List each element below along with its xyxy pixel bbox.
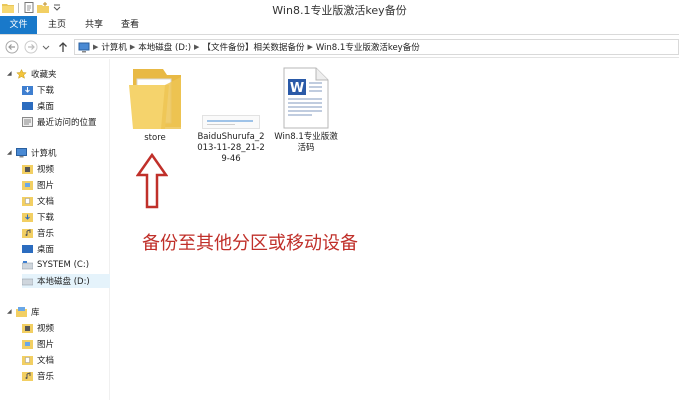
navigation-pane: ◢ 收藏夹 下载 桌面 最近访问的位置 ◢ 计算机 视频 图片 文档 下载 音乐 <box>0 59 110 400</box>
sidebar-item-label: 最近访问的位置 <box>37 118 97 128</box>
download-folder-icon <box>22 213 33 222</box>
recent-locations-chevron-icon[interactable] <box>42 40 50 54</box>
sidebar-item-label: 本地磁盘 (D:) <box>37 277 90 287</box>
annotation-text: 备份至其他分区或移动设备 <box>142 233 358 254</box>
breadcrumb-computer[interactable]: 计算机 <box>101 41 127 53</box>
file-name: store <box>144 133 166 143</box>
file-name-line: Win8.1专业版激 <box>274 132 338 142</box>
file-name-line: 活码 <box>297 143 315 153</box>
drive-icon <box>22 261 33 270</box>
sidebar-item-label: 音乐 <box>37 229 55 239</box>
sidebar-item-desktop[interactable]: 桌面 <box>22 99 54 113</box>
sidebar-item-label: 桌面 <box>37 245 55 255</box>
file-item-baidu-shurufa[interactable]: BaiduShurufa_2 013-11-28_21-2 9-46 <box>194 62 268 170</box>
breadcrumb-separator-icon: ▶ <box>307 43 313 51</box>
sidebar-item-library-pictures[interactable]: 图片 <box>22 337 54 351</box>
image-thumbnail-icon <box>202 115 260 129</box>
chevron-down-icon[interactable]: ◢ <box>7 308 13 316</box>
breadcrumb-current-folder[interactable]: Win8.1专业版激活key备份 <box>316 41 420 53</box>
sidebar-item-documents[interactable]: 文档 <box>22 194 54 208</box>
file-name-line: BaiduShurufa_2 <box>197 132 265 142</box>
title-bar: Win8.1专业版激活key备份 <box>0 0 679 17</box>
file-name-line: 013-11-28_21-2 <box>197 143 265 153</box>
file-item-win81-activation-code[interactable]: W Win8.1专业版激 活码 <box>272 62 340 157</box>
sidebar-item-videos[interactable]: 视频 <box>22 162 54 176</box>
sidebar-library[interactable]: ◢ 库 <box>7 305 40 319</box>
svg-text:W: W <box>290 81 304 96</box>
sidebar-item-label: 库 <box>31 308 40 318</box>
breadcrumb-local-disk-d[interactable]: 本地磁盘 (D:) <box>138 41 191 53</box>
word-document-icon: W <box>283 67 329 129</box>
tab-view[interactable]: 查看 <box>116 16 144 34</box>
breadcrumb-separator-icon: ▶ <box>93 43 99 51</box>
sidebar-item-recent-places[interactable]: 最近访问的位置 <box>22 115 97 129</box>
breadcrumb-separator-icon: ▶ <box>129 43 136 51</box>
file-item-store[interactable]: store <box>122 62 188 147</box>
computer-icon <box>78 42 90 52</box>
sidebar-item-label: 收藏夹 <box>31 70 57 80</box>
breadcrumb-backup-folder[interactable]: 【文件备份】相关数据备份 <box>202 41 304 53</box>
sidebar-item-label: 下载 <box>37 213 55 223</box>
sidebar-item-local-disk-d[interactable]: 本地磁盘 (D:) <box>22 274 110 288</box>
music-folder-icon <box>22 372 33 381</box>
drive-icon <box>22 278 33 286</box>
sidebar-item-label: 图片 <box>37 181 55 191</box>
chevron-down-icon[interactable]: ◢ <box>7 149 13 157</box>
back-arrow-icon[interactable] <box>5 40 19 54</box>
folder-icon <box>129 69 181 129</box>
tab-share[interactable]: 共享 <box>80 16 108 34</box>
sidebar-item-label: 视频 <box>37 324 55 334</box>
chevron-down-icon[interactable]: ◢ <box>7 70 13 78</box>
pictures-folder-icon <box>22 340 33 349</box>
music-folder-icon <box>22 229 33 238</box>
sidebar-item-label: 文档 <box>37 197 55 207</box>
download-folder-icon <box>22 86 33 95</box>
sidebar-item-label: 图片 <box>37 340 55 350</box>
breadcrumb-separator-icon: ▶ <box>194 43 200 51</box>
desktop-icon <box>22 102 33 110</box>
documents-folder-icon <box>22 197 33 206</box>
pictures-folder-icon <box>22 181 33 190</box>
documents-folder-icon <box>22 356 33 365</box>
star-icon <box>16 69 27 79</box>
up-arrow-annotation-icon <box>136 153 168 209</box>
library-icon <box>16 307 27 317</box>
forward-arrow-icon[interactable] <box>24 40 38 54</box>
sidebar-item-downloads[interactable]: 下载 <box>22 83 54 97</box>
sidebar-item-downloads[interactable]: 下载 <box>22 210 54 224</box>
sidebar-item-desktop[interactable]: 桌面 <box>22 242 54 256</box>
sidebar-item-label: 计算机 <box>31 149 57 159</box>
sidebar-item-library-documents[interactable]: 文档 <box>22 353 54 367</box>
sidebar-computer[interactable]: ◢ 计算机 <box>7 146 57 160</box>
address-bar[interactable]: ▶ 计算机 ▶ 本地磁盘 (D:) ▶ 【文件备份】相关数据备份 ▶ Win8.… <box>74 39 679 55</box>
sidebar-item-pictures[interactable]: 图片 <box>22 178 54 192</box>
videos-folder-icon <box>22 165 33 174</box>
up-arrow-icon[interactable] <box>56 40 70 54</box>
navigation-bar: ▶ 计算机 ▶ 本地磁盘 (D:) ▶ 【文件备份】相关数据备份 ▶ Win8.… <box>0 36 679 58</box>
file-name-line: 9-46 <box>221 154 241 164</box>
sidebar-item-system-c[interactable]: SYSTEM (C:) <box>22 258 89 272</box>
sidebar-item-label: 视频 <box>37 165 55 175</box>
sidebar-item-library-videos[interactable]: 视频 <box>22 321 54 335</box>
sidebar-item-label: SYSTEM (C:) <box>37 260 90 270</box>
desktop-icon <box>22 245 33 253</box>
computer-icon <box>16 148 27 158</box>
videos-folder-icon <box>22 324 33 333</box>
sidebar-item-label: 桌面 <box>37 102 55 112</box>
sidebar-item-label: 下载 <box>37 86 55 96</box>
tab-file[interactable]: 文件 <box>0 16 37 34</box>
sidebar-item-label: 文档 <box>37 356 55 366</box>
ribbon: 文件 主页 共享 查看 <box>0 16 679 35</box>
sidebar-item-music[interactable]: 音乐 <box>22 226 54 240</box>
sidebar-item-label: 音乐 <box>37 372 55 382</box>
recent-places-icon <box>22 117 33 127</box>
sidebar-favorites[interactable]: ◢ 收藏夹 <box>7 67 57 81</box>
sidebar-item-library-music[interactable]: 音乐 <box>22 369 54 383</box>
tab-home[interactable]: 主页 <box>43 16 71 34</box>
